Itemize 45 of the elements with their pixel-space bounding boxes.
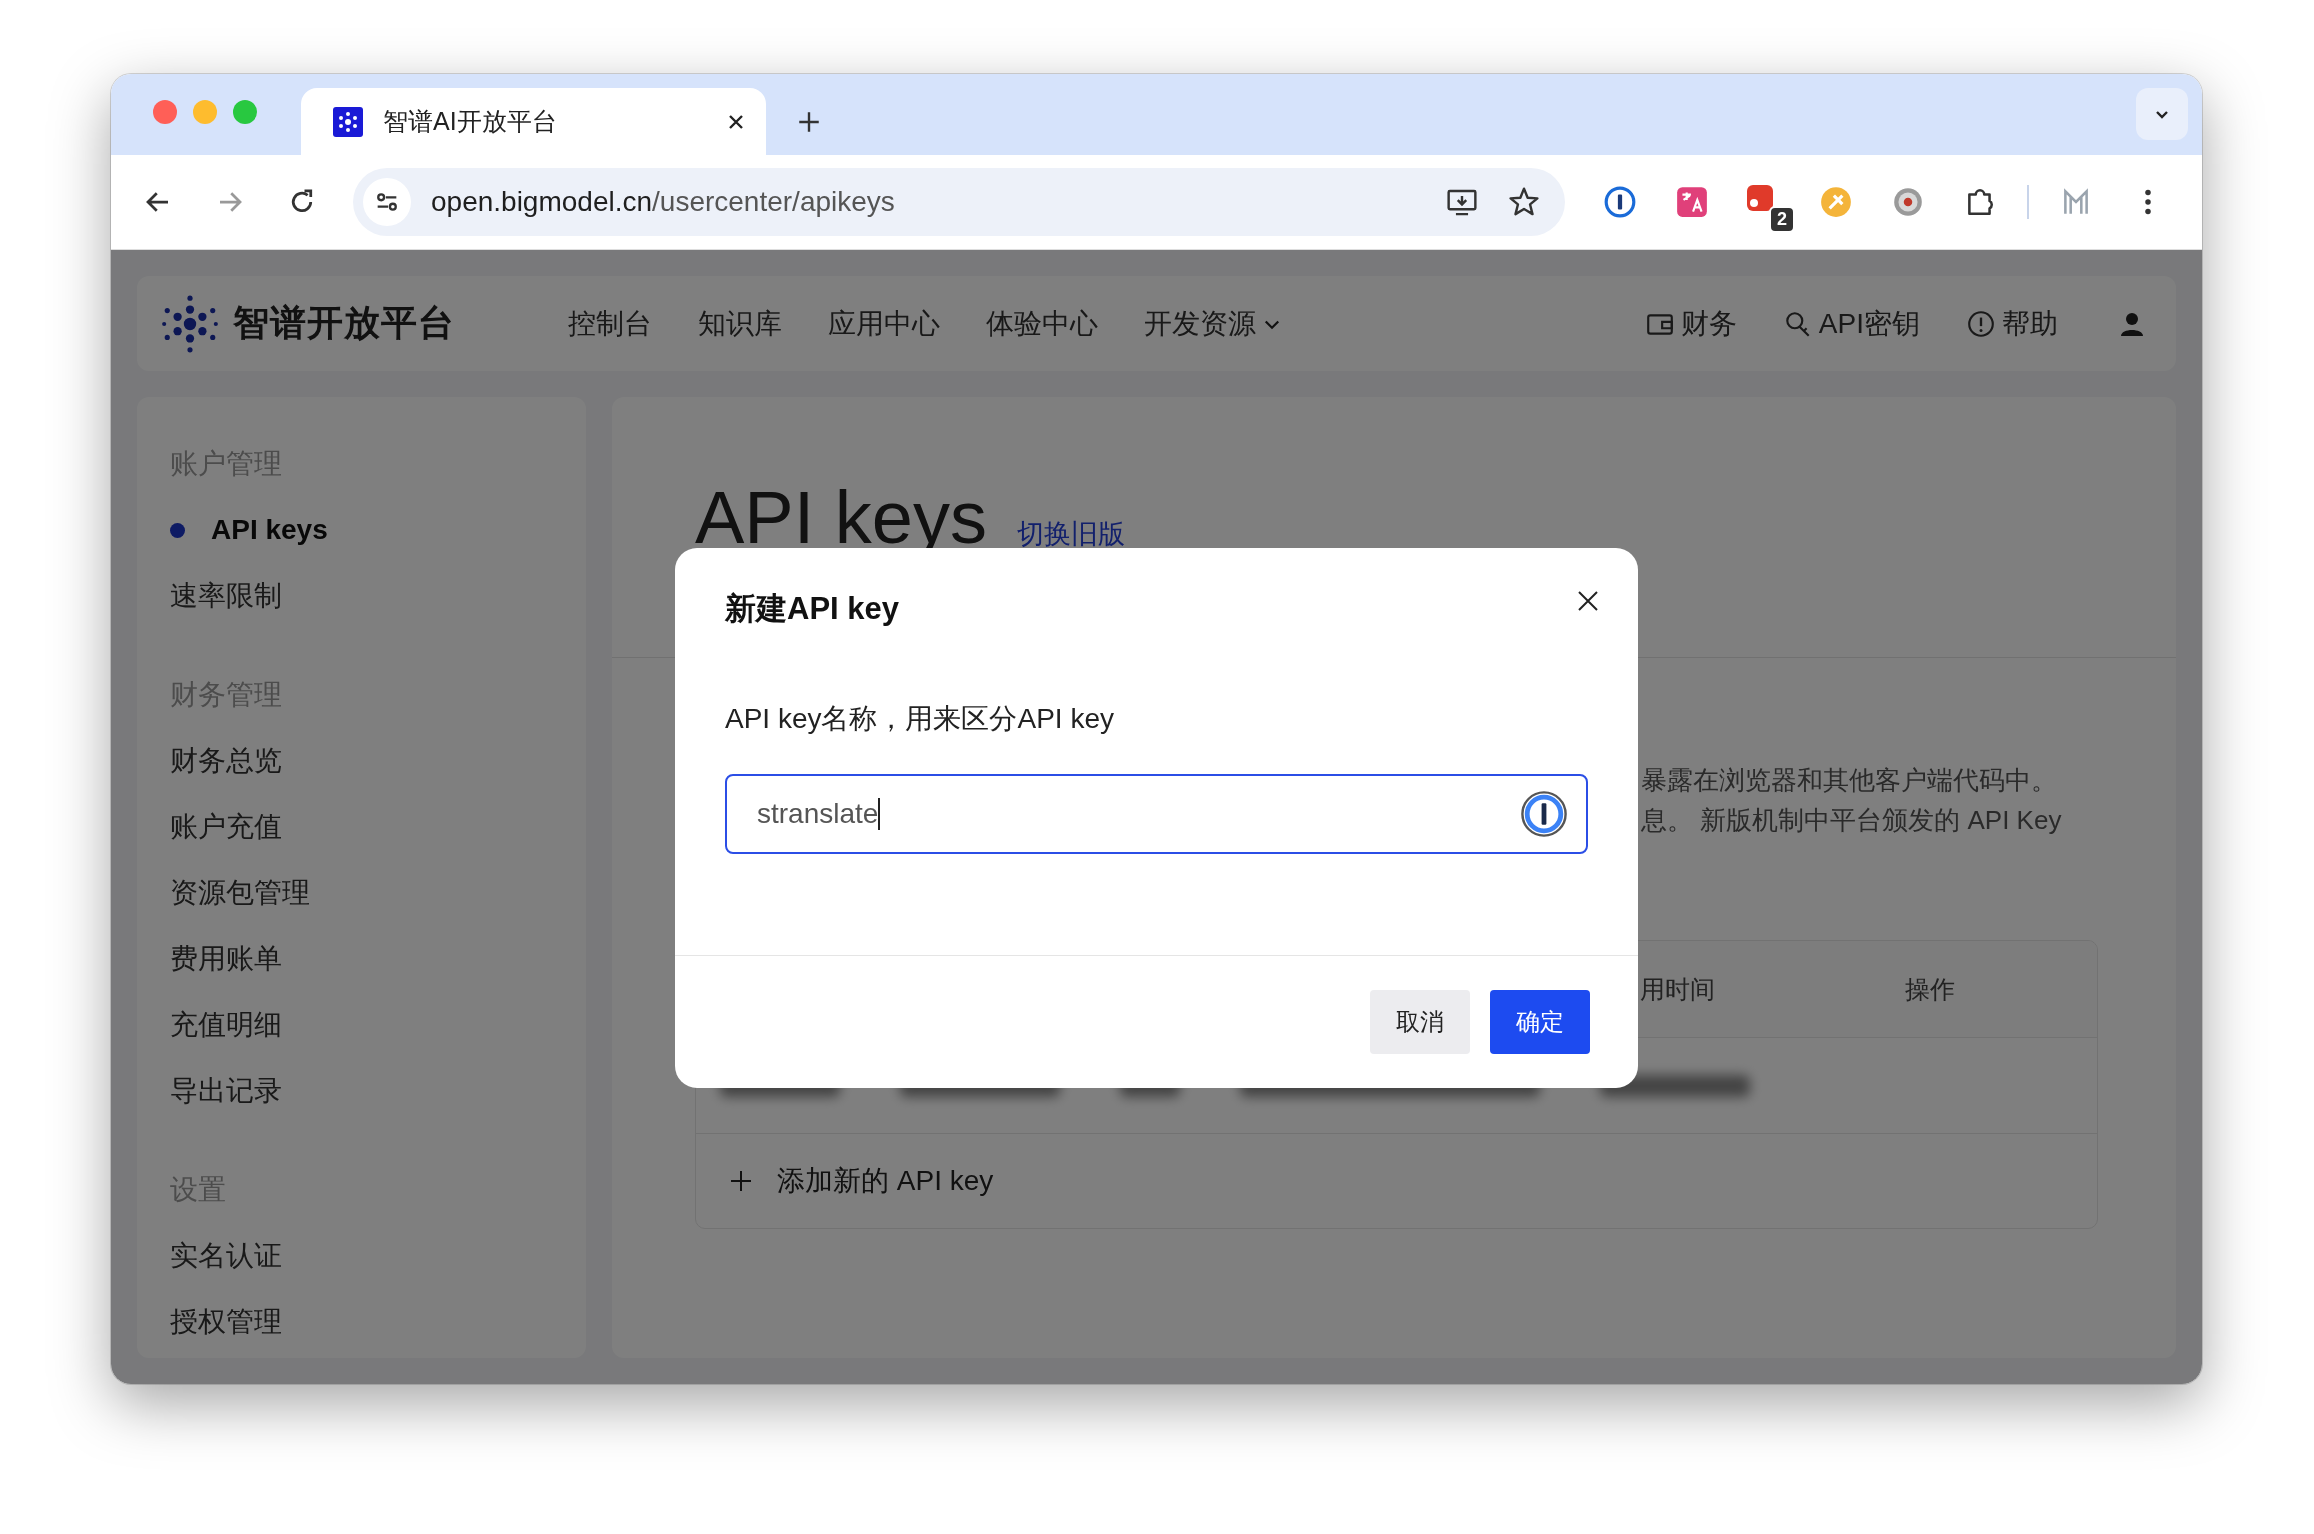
disc-icon[interactable] xyxy=(1891,185,1925,219)
sidebar-item[interactable]: 实名认证 xyxy=(170,1235,586,1277)
sidebar-item[interactable]: 导出记录 xyxy=(170,1070,586,1112)
page-title: API keys xyxy=(695,475,987,560)
help-icon xyxy=(1966,308,1996,339)
sidebar-item[interactable]: 账户充值 xyxy=(170,806,586,848)
translate-icon[interactable] xyxy=(1675,185,1709,219)
sidebar-item[interactable]: 资源包管理 xyxy=(170,872,586,914)
sidebar-item[interactable]: 费用账单 xyxy=(170,938,586,980)
column-header: 操作 xyxy=(1905,973,1955,1005)
description-text: 暴露在浏览器和其他客户端代码中。 xyxy=(1641,764,2058,797)
nav-link[interactable]: 体验中心 xyxy=(986,304,1098,343)
switch-version-link[interactable]: 切换旧版 xyxy=(1017,516,1125,552)
sidebar-item[interactable]: 财务总览 xyxy=(170,740,586,782)
input-field[interactable]: stranslate xyxy=(725,774,1588,854)
confirm-button[interactable]: 确定 xyxy=(1490,990,1590,1054)
logo-text[interactable]: 智谱开放平台 xyxy=(233,299,455,348)
favicon-icon xyxy=(333,106,363,137)
password-manager-icon[interactable] xyxy=(1520,790,1568,838)
nav-link[interactable]: 开发资源 xyxy=(1144,304,1282,343)
field-label: API key名称，用来区分API key xyxy=(725,702,1115,736)
close-icon[interactable] xyxy=(1576,589,1600,613)
rounded-square-icon[interactable] xyxy=(1747,185,1773,211)
nav-link[interactable]: 帮助 xyxy=(1966,304,2058,343)
description-text: 息。 新版机制中平台颁发的 API Key xyxy=(1641,804,2063,837)
dialog-title: 新建API key xyxy=(725,590,899,628)
new-tab-icon[interactable] xyxy=(796,109,822,135)
address-bar[interactable]: open.bigmodel.cn/usercenter/apikeys xyxy=(353,168,1565,236)
sidebar-item[interactable]: 充值明细 xyxy=(170,1004,586,1046)
nav-link[interactable]: 应用中心 xyxy=(828,304,940,343)
column-header: 用时间 xyxy=(1640,973,1715,1005)
nav-link[interactable]: API密钥 xyxy=(1782,304,1920,343)
password-manager-icon[interactable] xyxy=(1603,185,1637,219)
url-text: open.bigmodel.cn/usercenter/apikeys xyxy=(431,186,896,218)
add-key-link[interactable]: 添加新的 API key xyxy=(777,1162,994,1200)
sidebar-item[interactable]: API keys xyxy=(170,509,586,551)
browser-tab[interactable]: 智谱AI开放平台 xyxy=(301,88,766,155)
sidebar-item[interactable]: 授权管理 xyxy=(170,1301,586,1343)
plus-icon[interactable] xyxy=(729,1169,753,1193)
nav-link[interactable]: 财务 xyxy=(1644,304,1737,343)
notification-badge: 2 xyxy=(1769,206,1795,233)
nav-link[interactable]: 知识库 xyxy=(698,304,782,343)
sidebar-item[interactable]: 速率限制 xyxy=(170,575,586,617)
nav-link[interactable]: 控制台 xyxy=(568,304,652,343)
cancel-button[interactable]: 取消 xyxy=(1370,990,1470,1054)
